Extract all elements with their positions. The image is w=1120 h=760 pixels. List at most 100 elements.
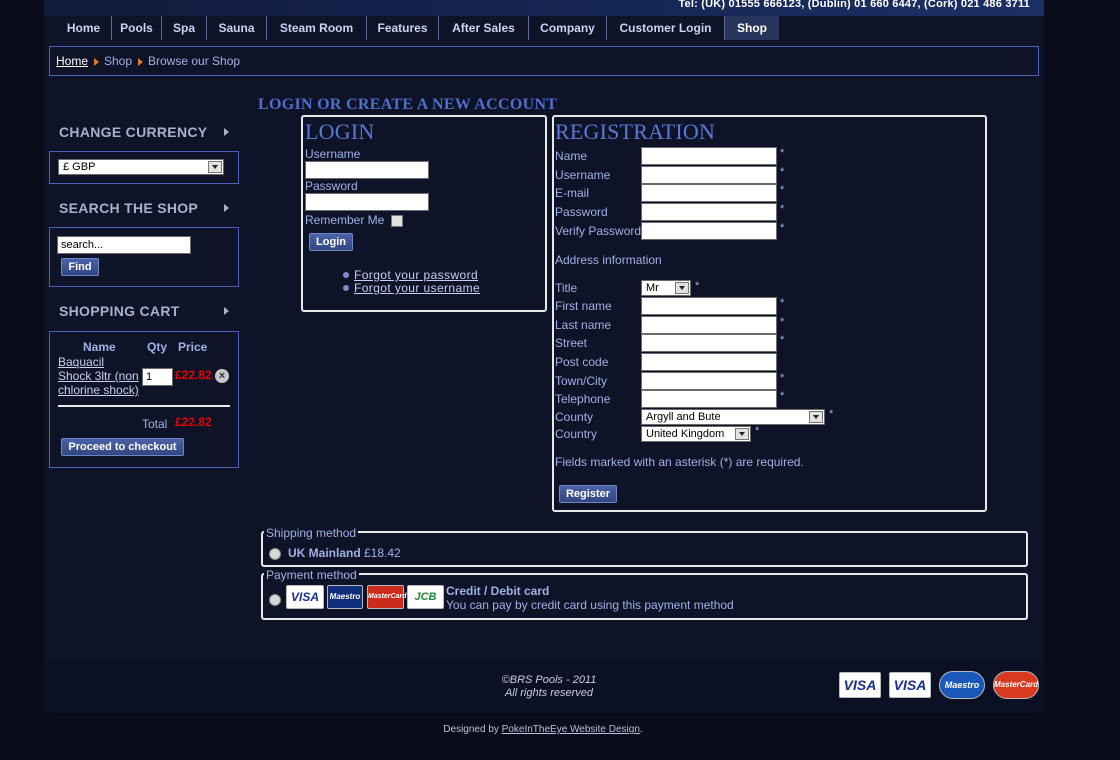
- currency-select[interactable]: £ GBP: [58, 159, 224, 175]
- find-button[interactable]: Find: [61, 258, 99, 276]
- reg-street-input[interactable]: [641, 334, 777, 352]
- reg-last-name-input[interactable]: [641, 316, 777, 334]
- breadcrumb-arrow-icon: [138, 58, 143, 66]
- designed-by-prefix: Designed by: [443, 724, 499, 735]
- chevron-right-icon: [224, 204, 229, 212]
- nav-spa[interactable]: Spa: [162, 16, 207, 40]
- login-password-input[interactable]: [305, 193, 429, 211]
- reg-country-label: Country: [555, 427, 598, 441]
- reg-county-select[interactable]: Argyll and Bute: [641, 409, 825, 425]
- designer-link[interactable]: PokeInTheEye Website Design: [502, 724, 640, 735]
- reg-town-city-input[interactable]: [641, 372, 777, 390]
- cart-col-qty: Qty: [147, 340, 168, 354]
- chevron-down-icon[interactable]: [675, 282, 689, 294]
- nav-shop[interactable]: Shop: [725, 16, 779, 40]
- forgot-password-link[interactable]: Forgot your password: [354, 268, 478, 282]
- cart-item-name-line3[interactable]: chlorine shock): [58, 383, 139, 397]
- address-info-heading: Address information: [555, 253, 662, 267]
- reg-name-input[interactable]: [641, 147, 777, 165]
- chevron-down-icon[interactable]: [735, 428, 749, 440]
- cart-col-price: Price: [178, 340, 208, 354]
- proceed-to-checkout-button[interactable]: Proceed to checkout: [61, 438, 184, 456]
- registration-panel: REGISTRATION Name * Username * E-mail * …: [552, 115, 987, 512]
- reg-username-input[interactable]: [641, 166, 777, 184]
- forgot-username-link[interactable]: Forgot your username: [354, 281, 480, 295]
- nav-features[interactable]: Features: [367, 16, 439, 40]
- payment-option-radio[interactable]: [269, 594, 281, 606]
- remove-item-icon[interactable]: ×: [215, 369, 229, 383]
- reg-last-name-label: Last name: [555, 318, 612, 332]
- reg-verify-password-input[interactable]: [641, 222, 777, 240]
- reg-country-select[interactable]: United Kingdom: [641, 426, 751, 442]
- payment-method-legend: Payment method: [264, 568, 359, 582]
- cart-total-value: £22.82: [175, 415, 212, 429]
- cart-total-label: Total: [142, 417, 168, 431]
- required-asterisk: *: [780, 222, 785, 234]
- nav-steam-room[interactable]: Steam Room: [267, 16, 367, 40]
- required-fields-note: Fields marked with an asterisk (*) are r…: [555, 455, 804, 469]
- nav-pools[interactable]: Pools: [112, 16, 162, 40]
- search-box: search... Find: [49, 227, 239, 287]
- reg-first-name-input[interactable]: [641, 297, 777, 315]
- nav-home[interactable]: Home: [56, 16, 112, 40]
- required-asterisk: *: [780, 372, 785, 384]
- nav-customer-login[interactable]: Customer Login: [607, 16, 725, 40]
- chevron-down-icon[interactable]: [809, 411, 823, 423]
- currency-heading: CHANGE CURRENCY: [59, 124, 208, 140]
- nav-company[interactable]: Company: [529, 16, 607, 40]
- nav-after-sales[interactable]: After Sales: [439, 16, 529, 40]
- breadcrumb-current: Browse our Shop: [148, 54, 241, 68]
- reg-email-input[interactable]: [641, 184, 777, 202]
- reg-county-value: Argyll and Bute: [646, 411, 721, 423]
- reg-title-select[interactable]: Mr: [641, 280, 691, 296]
- login-username-input[interactable]: [305, 161, 429, 179]
- registration-title: REGISTRATION: [555, 119, 716, 144]
- search-heading: SEARCH THE SHOP: [59, 200, 199, 216]
- shipping-option-name: UK Mainland: [288, 546, 361, 560]
- currency-selected-value: £ GBP: [63, 161, 96, 173]
- breadcrumb: Home Shop Browse our Shop: [49, 46, 1039, 76]
- reg-post-code-label: Post code: [555, 355, 609, 369]
- breadcrumb-home[interactable]: Home: [56, 54, 88, 68]
- reg-password-input[interactable]: [641, 203, 777, 221]
- required-asterisk: *: [780, 297, 785, 309]
- nav-sauna[interactable]: Sauna: [207, 16, 267, 40]
- reg-title-value: Mr: [646, 282, 659, 294]
- remember-me-checkbox[interactable]: [391, 215, 403, 227]
- chevron-right-icon: [224, 307, 229, 315]
- reg-county-label: County: [555, 410, 594, 424]
- required-asterisk: *: [780, 166, 785, 178]
- cart-item-name-line1[interactable]: Baquacil: [58, 355, 104, 369]
- payment-method-fieldset: Payment method VISA Maestro MasterCard J…: [261, 568, 1028, 620]
- footer-visa-icon: VISA: [839, 672, 881, 698]
- bullet-icon: [343, 285, 349, 291]
- top-bar: Tel: (UK) 01555 666123, (Dublin) 01 660 …: [44, 0, 1044, 16]
- maestro-card-icon: Maestro: [327, 585, 363, 609]
- breadcrumb-shop: Shop: [104, 54, 133, 68]
- register-button[interactable]: Register: [559, 485, 617, 503]
- required-asterisk: *: [780, 390, 785, 402]
- required-asterisk: *: [780, 203, 785, 215]
- shipping-option-radio[interactable]: [269, 548, 281, 560]
- login-password-label: Password: [305, 179, 358, 193]
- required-asterisk: *: [695, 280, 700, 292]
- cart-qty-input[interactable]: 1: [142, 368, 173, 386]
- header-telephone: Tel: (UK) 01555 666123, (Dublin) 01 660 …: [678, 0, 1030, 10]
- cart-item-name-line2[interactable]: Shock 3ltr (non: [58, 369, 139, 383]
- reg-street-label: Street: [555, 336, 588, 350]
- reg-password-label: Password: [555, 205, 608, 219]
- search-input[interactable]: search...: [57, 236, 191, 254]
- shipping-method-legend: Shipping method: [264, 526, 359, 540]
- cart-divider: [58, 405, 230, 407]
- designed-by-suffix: .: [639, 724, 643, 735]
- reg-town-city-label: Town/City: [555, 374, 608, 388]
- page-title: LOGIN OR CREATE A NEW ACCOUNT: [258, 96, 558, 113]
- login-button[interactable]: Login: [309, 233, 353, 251]
- chevron-down-icon[interactable]: [208, 161, 222, 173]
- reg-telephone-input[interactable]: [641, 390, 777, 408]
- required-asterisk: *: [755, 425, 760, 437]
- mastercard-icon: MasterCard: [367, 585, 407, 609]
- reg-post-code-input[interactable]: [641, 353, 777, 371]
- cart-heading: SHOPPING CART: [59, 303, 180, 319]
- footer: ©BRS Pools - 2011 All rights reserved VI…: [44, 661, 1044, 713]
